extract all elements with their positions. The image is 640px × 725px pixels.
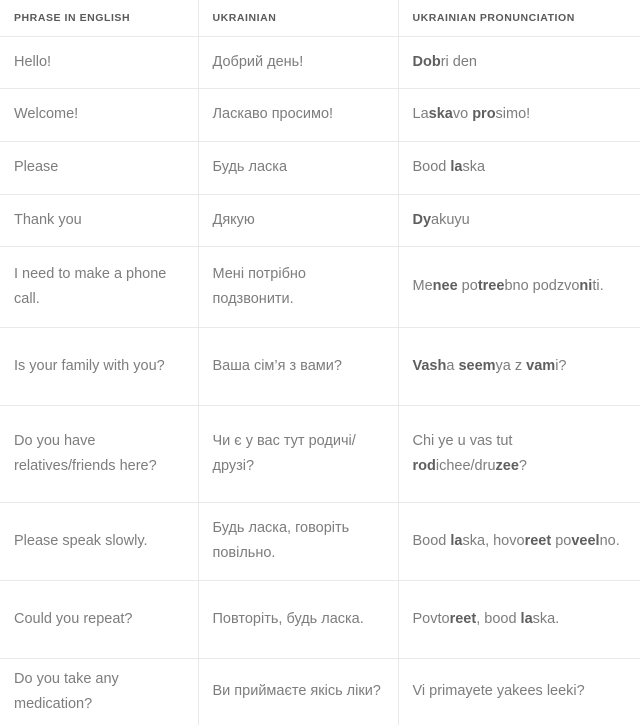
pronunciation-text: Vi primayete yakees leeki? — [412, 683, 585, 700]
table-header-row: PHRASE IN ENGLISH UKRAINIAN UKRAINIAN PR… — [0, 0, 640, 37]
cell-english: Please — [0, 141, 199, 195]
cell-english: I need to make a phone call. — [0, 246, 199, 328]
table-row: Please Будь ласка Bood laska — [0, 141, 640, 195]
column-header-pronunciation: UKRAINIAN PRONUNCIATION — [398, 0, 640, 37]
cell-english: Is your family with you? — [0, 327, 199, 406]
cell-english: Thank you — [0, 194, 199, 247]
cell-english: Welcome! — [0, 88, 199, 142]
english-text: Please — [14, 159, 59, 175]
pronunciation-text: Bood laska — [412, 159, 486, 175]
cell-pronunciation: Bood laska — [398, 141, 640, 195]
pronunciation-text: Dyakuyu — [412, 211, 470, 228]
cell-ukrainian: Ви приймаєте якісь ліки? — [198, 658, 399, 725]
cell-pronunciation: Menee potreebno podzvoniti. — [398, 246, 640, 328]
cell-english: Hello! — [0, 36, 199, 89]
column-header-ukrainian: UKRAINIAN — [198, 0, 399, 37]
pronunciation-text: Laskavo prosimo! — [412, 106, 531, 122]
english-text: Hello! — [14, 53, 52, 70]
table-row: Do you take any medication? Ви приймаєте… — [0, 658, 640, 725]
ukrainian-text: Ваша сім’я з вами? — [212, 357, 342, 374]
english-text: Welcome! — [14, 106, 79, 122]
ukrainian-text: Будь ласка, говоріть повільно. — [212, 520, 350, 561]
table-body: Hello! Добрий день! Dobri den Welcome! Л… — [0, 36, 640, 725]
cell-english: Please speak slowly. — [0, 502, 199, 581]
pronunciation-text: Povtoreet, bood laska. — [412, 610, 560, 627]
cell-english: Do you have relatives/friends here? — [0, 405, 199, 503]
cell-english: Could you repeat? — [0, 580, 199, 659]
ukrainian-text: Дякую — [212, 211, 255, 228]
pronunciation-text: Chi ye u vas tut rodichee/druzee? — [412, 432, 527, 474]
ukrainian-text: Чи є у вас тут родичі/друзі? — [212, 432, 356, 474]
english-text: I need to make a phone call. — [14, 265, 167, 307]
pronunciation-text: Menee potreebno podzvoniti. — [412, 278, 604, 294]
cell-ukrainian: Повторіть, будь ласка. — [198, 580, 399, 659]
cell-ukrainian: Будь ласка, говоріть повільно. — [198, 502, 399, 581]
pronunciation-text: Vasha seemya z vami? — [412, 357, 567, 374]
cell-pronunciation: Povtoreet, bood laska. — [398, 580, 640, 659]
cell-pronunciation: Chi ye u vas tut rodichee/druzee? — [398, 405, 640, 503]
cell-ukrainian: Добрий день! — [198, 36, 399, 89]
cell-ukrainian: Будь ласка — [198, 141, 399, 195]
ukrainian-text: Будь ласка — [212, 159, 288, 175]
ukrainian-text: Ви приймаєте якісь ліки? — [212, 683, 381, 700]
cell-ukrainian: Мені потрібно подзвонити. — [198, 246, 399, 328]
cell-pronunciation: Vasha seemya z vami? — [398, 327, 640, 406]
table-row: Thank you Дякую Dyakuyu — [0, 194, 640, 247]
cell-pronunciation: Bood laska, hovoreet poveelno. — [398, 502, 640, 581]
cell-pronunciation: Laskavo prosimo! — [398, 88, 640, 142]
ukrainian-text: Добрий день! — [212, 53, 304, 70]
table-row: Do you have relatives/friends here? Чи є… — [0, 405, 640, 503]
english-text: Could you repeat? — [14, 610, 133, 627]
cell-pronunciation: Vi primayete yakees leeki? — [398, 658, 640, 725]
english-text: Thank you — [14, 211, 82, 228]
cell-ukrainian: Ваша сім’я з вами? — [198, 327, 399, 406]
table-row: Please speak slowly. Будь ласка, говоріт… — [0, 502, 640, 581]
cell-ukrainian: Чи є у вас тут родичі/друзі? — [198, 405, 399, 503]
table-header: PHRASE IN ENGLISH UKRAINIAN UKRAINIAN PR… — [0, 0, 640, 37]
english-text: Do you have relatives/friends here? — [14, 432, 157, 474]
table-row: Is your family with you? Ваша сім’я з ва… — [0, 327, 640, 406]
cell-english: Do you take any medication? — [0, 658, 199, 725]
cell-pronunciation: Dyakuyu — [398, 194, 640, 247]
column-header-english: PHRASE IN ENGLISH — [0, 0, 199, 37]
ukrainian-text: Повторіть, будь ласка. — [212, 610, 364, 627]
pronunciation-text: Bood laska, hovoreet poveelno. — [412, 532, 620, 549]
cell-pronunciation: Dobri den — [398, 36, 640, 89]
ukrainian-text: Мені потрібно подзвонити. — [212, 265, 306, 307]
table-row: Hello! Добрий день! Dobri den — [0, 36, 640, 89]
table-row: Could you repeat? Повторіть, будь ласка.… — [0, 580, 640, 659]
table-row: Welcome! Ласкаво просимо! Laskavo prosim… — [0, 88, 640, 142]
table-row: I need to make a phone call. Мені потріб… — [0, 246, 640, 328]
cell-ukrainian: Ласкаво просимо! — [198, 88, 399, 142]
cell-ukrainian: Дякую — [198, 194, 399, 247]
pronunciation-text: Dobri den — [412, 53, 477, 70]
ukrainian-text: Ласкаво просимо! — [212, 106, 334, 122]
english-text: Do you take any medication? — [14, 670, 119, 712]
phrasebook-table: PHRASE IN ENGLISH UKRAINIAN UKRAINIAN PR… — [0, 0, 640, 725]
english-text: Is your family with you? — [14, 357, 165, 374]
english-text: Please speak slowly. — [14, 532, 148, 549]
